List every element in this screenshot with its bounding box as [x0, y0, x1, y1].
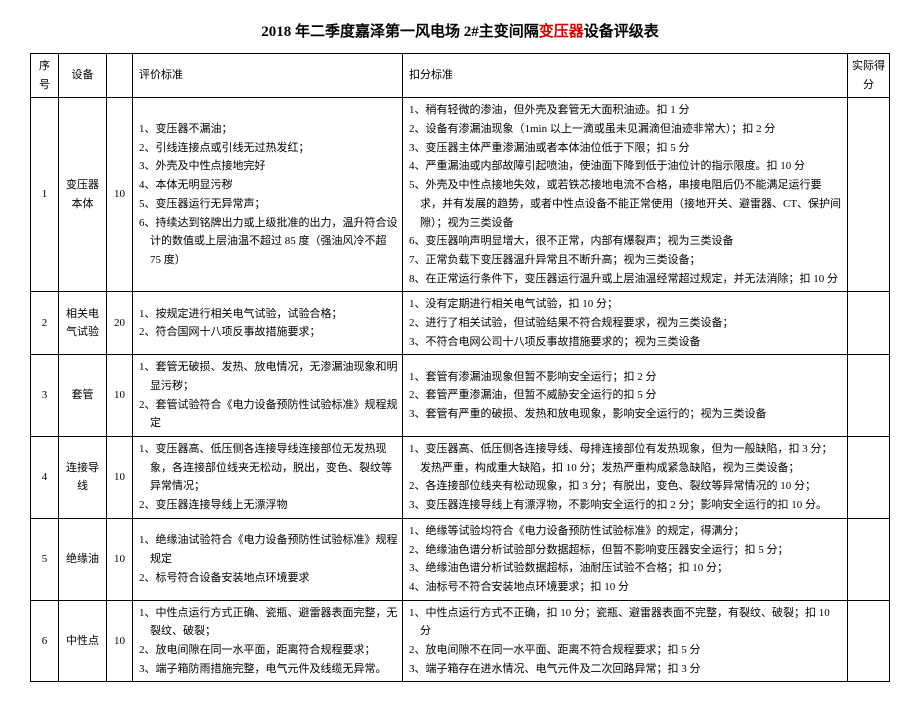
deduct-line: 2、绝缘油色谱分析试验部分数据超标，但暂不影响变压器安全运行；扣 5 分； — [409, 541, 843, 560]
cell-eval-criteria: 1、按规定进行相关电气试验，试验合格；2、符合国网十八项反事故措施要求； — [133, 292, 403, 355]
table-row: 4连接导线101、变压器高、低压侧各连接导线连接部位无发热现象，各连接部位线夹无… — [31, 437, 890, 519]
header-eval: 评价标准 — [133, 54, 403, 98]
cell-deduct-criteria: 1、没有定期进行相关电气试验，扣 10 分；2、进行了相关试验，但试验结果不符合… — [403, 292, 848, 355]
cell-actual-score — [848, 600, 890, 682]
cell-deduct-criteria: 1、变压器高、低压侧各连接导线、母排连接部位有发热现象，但为一般缺陷，扣 3 分… — [403, 437, 848, 519]
deduct-line: 5、外壳及中性点接地失效，或若铁芯接地电流不合格，串接电阻后仍不能满足运行要求，… — [409, 176, 843, 232]
cell-actual-score — [848, 518, 890, 600]
rating-table: 序号 设备 评价标准 扣分标准 实际得分 1变压器本体101、变压器不漏油；2、… — [30, 53, 890, 682]
title-suffix: 设备评级表 — [584, 24, 659, 40]
deduct-line: 4、严重漏油或内部故障引起喷油，使油面下降到低于油位计的指示限度。扣 10 分 — [409, 157, 843, 176]
eval-line: 2、变压器连接导线上无漂浮物 — [139, 496, 398, 515]
cell-score: 10 — [107, 600, 133, 682]
cell-score: 10 — [107, 437, 133, 519]
eval-line: 5、变压器运行无异常声； — [139, 195, 398, 214]
deduct-line: 7、正常负载下变压器温升异常且不断升高；视为三类设备； — [409, 251, 843, 270]
cell-device: 变压器本体 — [59, 98, 107, 292]
cell-eval-criteria: 1、中性点运行方式正确、瓷瓶、避雷器表面完整，无裂纹、破裂；2、放电间隙在同一水… — [133, 600, 403, 682]
cell-device: 套管 — [59, 355, 107, 437]
deduct-line: 1、稍有轻微的渗油，但外壳及套管无大面积油迹。扣 1 分 — [409, 101, 843, 120]
table-row: 5绝缘油101、绝缘油试验符合《电力设备预防性试验标准》规程规定2、标号符合设备… — [31, 518, 890, 600]
deduct-line: 4、油标号不符合安装地点环境要求；扣 10 分 — [409, 578, 843, 597]
cell-device: 中性点 — [59, 600, 107, 682]
cell-score: 10 — [107, 518, 133, 600]
eval-line: 1、按规定进行相关电气试验，试验合格； — [139, 305, 398, 324]
cell-deduct-criteria: 1、套管有渗漏油现象但暂不影响安全运行；扣 2 分2、套管严重渗漏油，但暂不威胁… — [403, 355, 848, 437]
deduct-line: 1、中性点运行方式不正确，扣 10 分；瓷瓶、避雷器表面不完整，有裂纹、破裂；扣… — [409, 604, 843, 641]
deduct-line: 3、套管有严重的破损、发热和放电现象，影响安全运行的；视为三类设备 — [409, 405, 843, 424]
table-row: 2相关电气试验201、按规定进行相关电气试验，试验合格；2、符合国网十八项反事故… — [31, 292, 890, 355]
eval-line: 2、符合国网十八项反事故措施要求； — [139, 323, 398, 342]
cell-device: 相关电气试验 — [59, 292, 107, 355]
cell-deduct-criteria: 1、稍有轻微的渗油，但外壳及套管无大面积油迹。扣 1 分2、设备有渗漏油现象（1… — [403, 98, 848, 292]
eval-line: 1、套管无破损、发热、放电情况，无渗漏油现象和明显污秽； — [139, 358, 398, 395]
eval-line: 2、标号符合设备安装地点环境要求 — [139, 569, 398, 588]
deduct-line: 1、没有定期进行相关电气试验，扣 10 分； — [409, 295, 843, 314]
header-actual: 实际得分 — [848, 54, 890, 98]
cell-deduct-criteria: 1、绝缘等试验均符合《电力设备预防性试验标准》的规定，得满分；2、绝缘油色谱分析… — [403, 518, 848, 600]
cell-device: 绝缘油 — [59, 518, 107, 600]
deduct-line: 8、在正常运行条件下，变压器运行温升或上层油温经常超过规定，并无法消除；扣 10… — [409, 270, 843, 289]
deduct-line: 3、变压器连接导线上有漂浮物，不影响安全运行的扣 2 分；影响安全运行的扣 10… — [409, 496, 843, 515]
deduct-line: 3、变压器主体严重渗漏油或者本体油位低于下限；扣 5 分 — [409, 139, 843, 158]
cell-seq: 2 — [31, 292, 59, 355]
eval-line: 4、本体无明显污秽 — [139, 176, 398, 195]
cell-seq: 3 — [31, 355, 59, 437]
title-red-word: 变压器 — [539, 24, 584, 40]
cell-eval-criteria: 1、变压器不漏油；2、引线连接点或引线无过热发红；3、外壳及中性点接地完好4、本… — [133, 98, 403, 292]
cell-eval-criteria: 1、绝缘油试验符合《电力设备预防性试验标准》规程规定2、标号符合设备安装地点环境… — [133, 518, 403, 600]
cell-deduct-criteria: 1、中性点运行方式不正确，扣 10 分；瓷瓶、避雷器表面不完整，有裂纹、破裂；扣… — [403, 600, 848, 682]
cell-eval-criteria: 1、变压器高、低压侧各连接导线连接部位无发热现象，各连接部位线夹无松动，脱出，变… — [133, 437, 403, 519]
eval-line: 6、持续达到铭牌出力或上级批准的出力，温升符合设计的数值或上层油温不超过 85 … — [139, 214, 398, 270]
cell-score: 10 — [107, 98, 133, 292]
cell-actual-score — [848, 437, 890, 519]
cell-seq: 1 — [31, 98, 59, 292]
eval-line: 1、绝缘油试验符合《电力设备预防性试验标准》规程规定 — [139, 531, 398, 568]
eval-line: 1、变压器高、低压侧各连接导线连接部位无发热现象，各连接部位线夹无松动，脱出，变… — [139, 440, 398, 496]
deduct-line: 1、绝缘等试验均符合《电力设备预防性试验标准》的规定，得满分； — [409, 522, 843, 541]
header-row: 序号 设备 评价标准 扣分标准 实际得分 — [31, 54, 890, 98]
header-score — [107, 54, 133, 98]
eval-line: 2、套管试验符合《电力设备预防性试验标准》规程规定 — [139, 396, 398, 433]
cell-seq: 5 — [31, 518, 59, 600]
deduct-line: 1、套管有渗漏油现象但暂不影响安全运行；扣 2 分 — [409, 368, 843, 387]
document-title: 2018 年二季度嘉泽第一风电场 2#主变间隔变压器设备评级表 — [30, 20, 890, 41]
eval-line: 2、引线连接点或引线无过热发红； — [139, 139, 398, 158]
table-row: 3套管101、套管无破损、发热、放电情况，无渗漏油现象和明显污秽；2、套管试验符… — [31, 355, 890, 437]
table-row: 1变压器本体101、变压器不漏油；2、引线连接点或引线无过热发红；3、外壳及中性… — [31, 98, 890, 292]
deduct-line: 2、各连接部位线夹有松动现象，扣 3 分；有脱出，变色、裂纹等异常情况的 10 … — [409, 477, 843, 496]
eval-line: 1、中性点运行方式正确、瓷瓶、避雷器表面完整，无裂纹、破裂； — [139, 604, 398, 641]
eval-line: 2、放电间隙在同一水平面，距离符合规程要求； — [139, 641, 398, 660]
deduct-line: 3、不符合电网公司十八项反事故措施要求的；视为三类设备 — [409, 333, 843, 352]
cell-device: 连接导线 — [59, 437, 107, 519]
table-row: 6中性点101、中性点运行方式正确、瓷瓶、避雷器表面完整，无裂纹、破裂；2、放电… — [31, 600, 890, 682]
header-seq: 序号 — [31, 54, 59, 98]
deduct-line: 3、绝缘油色谱分析试验数据超标，油耐压试验不合格；扣 10 分； — [409, 559, 843, 578]
cell-score: 20 — [107, 292, 133, 355]
eval-line: 3、外壳及中性点接地完好 — [139, 157, 398, 176]
cell-actual-score — [848, 355, 890, 437]
cell-actual-score — [848, 292, 890, 355]
deduct-line: 2、进行了相关试验，但试验结果不符合规程要求，视为三类设备； — [409, 314, 843, 333]
cell-eval-criteria: 1、套管无破损、发热、放电情况，无渗漏油现象和明显污秽；2、套管试验符合《电力设… — [133, 355, 403, 437]
cell-seq: 4 — [31, 437, 59, 519]
deduct-line: 3、端子箱存在进水情况、电气元件及二次回路异常；扣 3 分 — [409, 660, 843, 679]
deduct-line: 2、放电间隙不在同一水平面、距离不符合规程要求；扣 5 分 — [409, 641, 843, 660]
deduct-line: 2、套管严重渗漏油，但暂不威胁安全运行的扣 5 分 — [409, 386, 843, 405]
cell-score: 10 — [107, 355, 133, 437]
cell-actual-score — [848, 98, 890, 292]
deduct-line: 1、变压器高、低压侧各连接导线、母排连接部位有发热现象，但为一般缺陷，扣 3 分… — [409, 440, 843, 477]
cell-seq: 6 — [31, 600, 59, 682]
deduct-line: 6、变压器响声明显增大，很不正常，内部有爆裂声；视为三类设备 — [409, 232, 843, 251]
eval-line: 1、变压器不漏油； — [139, 120, 398, 139]
header-deduct: 扣分标准 — [403, 54, 848, 98]
deduct-line: 2、设备有渗漏油现象（1min 以上一滴或虽未见漏滴但油迹非常大）；扣 2 分 — [409, 120, 843, 139]
title-prefix: 2018 年二季度嘉泽第一风电场 2#主变间隔 — [261, 24, 539, 40]
eval-line: 3、端子箱防雨措施完整，电气元件及线缆无异常。 — [139, 660, 398, 679]
header-dev: 设备 — [59, 54, 107, 98]
